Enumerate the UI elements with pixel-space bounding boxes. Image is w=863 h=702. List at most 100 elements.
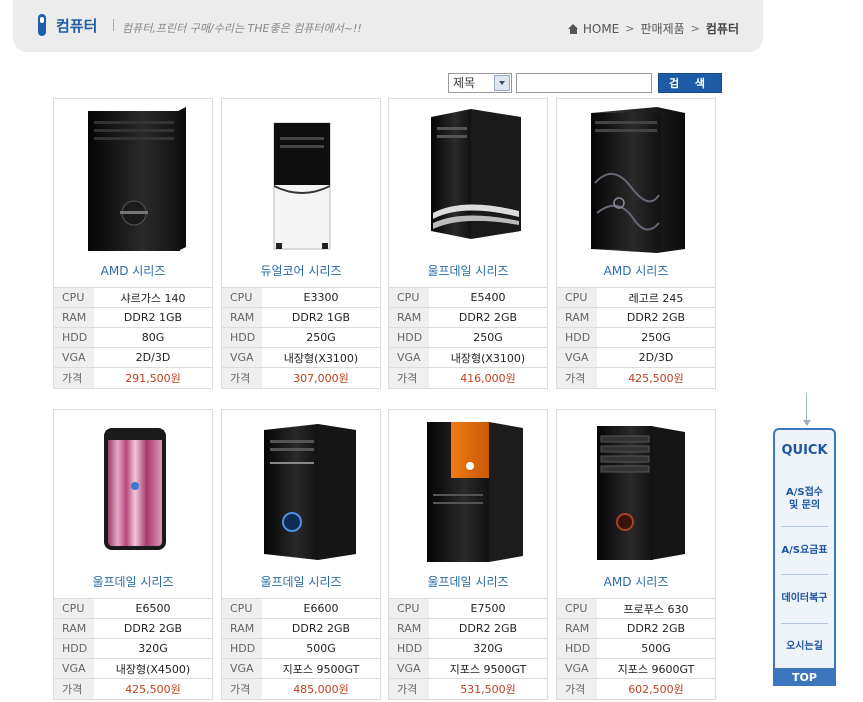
product-card[interactable]: 듀얼코어 시리즈 CPU E3300 RAM DDR2 1GB HDD 250G VG… (221, 98, 381, 389)
spec-ram: DDR2 1GB (262, 307, 380, 328)
product-image[interactable] (226, 103, 376, 253)
chevron-right-icon: > (690, 22, 700, 35)
spec-ram: DDR2 1GB (94, 307, 212, 328)
quick-menu-divider (781, 574, 828, 575)
spec-table: CPU E5400 RAM DDR2 2GB HDD 250G VGA 내장형(X310… (389, 287, 547, 388)
chevron-right-icon: > (625, 22, 635, 35)
search-button[interactable]: 검 색 (658, 73, 722, 93)
spec-label-vga: VGA (389, 658, 429, 679)
spec-label-vga: VGA (557, 347, 597, 368)
spec-label-hdd: HDD (389, 327, 429, 348)
spec-hdd: 500G (597, 638, 715, 659)
breadcrumb-current: 컴퓨터 (705, 22, 739, 36)
product-name[interactable]: 울프데일 시리즈 (222, 573, 380, 590)
product-name[interactable]: 울프데일 시리즈 (389, 262, 547, 279)
product-card[interactable]: 울프데일 시리즈 CPU E6600 RAM DDR2 2GB HDD 500G VG… (221, 409, 381, 700)
spec-table: CPU 프로푸스 630 RAM DDR2 2GB HDD 500G VGA 지포스 9… (557, 598, 715, 699)
product-name[interactable]: AMD 시리즈 (54, 262, 212, 279)
spec-label-cpu: CPU (54, 287, 94, 308)
product-image[interactable] (561, 103, 711, 253)
quick-menu-divider (781, 526, 828, 527)
spec-label-vga: VGA (222, 347, 262, 368)
spec-vga: 지포스 9600GT (597, 658, 715, 679)
spec-label-hdd: HDD (54, 327, 94, 348)
spec-price: 416,000원 (429, 367, 547, 388)
spec-hdd: 500G (262, 638, 380, 659)
spec-label-vga: VGA (222, 658, 262, 679)
spec-price: 425,500원 (94, 678, 212, 699)
search-input[interactable] (516, 73, 652, 93)
product-name[interactable]: 울프데일 시리즈 (389, 573, 547, 590)
quick-link-directions[interactable]: 오시는길 (779, 640, 830, 653)
spec-cpu: E3300 (262, 287, 380, 308)
quick-link-as-fees[interactable]: A/S요금표 (779, 544, 830, 557)
spec-cpu: 프로푸스 630 (597, 598, 715, 619)
chevron-down-icon[interactable] (494, 75, 510, 91)
product-card[interactable]: 울프데일 시리즈 CPU E6500 RAM DDR2 2GB HDD 320G VG… (53, 409, 213, 700)
spec-label-ram: RAM (557, 618, 597, 639)
spec-label-ram: RAM (389, 307, 429, 328)
title-divider (113, 19, 114, 31)
product-image[interactable] (58, 103, 208, 253)
quick-link-data-recovery[interactable]: 데이터복구 (779, 592, 830, 605)
arrow-down-icon (803, 420, 811, 426)
spec-ram: DDR2 2GB (597, 307, 715, 328)
product-card[interactable]: AMD 시리즈 CPU 프로푸스 630 RAM DDR2 2GB HDD 500G … (556, 409, 716, 700)
spec-cpu: E6600 (262, 598, 380, 619)
product-image[interactable] (561, 414, 711, 564)
spec-label-ram: RAM (222, 307, 262, 328)
spec-label-ram: RAM (389, 618, 429, 639)
product-card[interactable]: 울프데일 시리즈 CPU E7500 RAM DDR2 2GB HDD 320G VG… (388, 409, 548, 700)
home-icon[interactable] (567, 23, 579, 34)
search-bar: 제목 검 색 (448, 73, 722, 93)
spec-label-ram: RAM (54, 618, 94, 639)
product-name[interactable]: 듀얼코어 시리즈 (222, 262, 380, 279)
spec-table: CPU 샤르가스 140 RAM DDR2 1GB HDD 80G VGA 2D/3D … (54, 287, 212, 388)
product-image[interactable] (226, 414, 376, 564)
spec-table: CPU E3300 RAM DDR2 1GB HDD 250G VGA 내장형(X310… (222, 287, 380, 388)
product-name[interactable]: AMD 시리즈 (557, 262, 715, 279)
spec-ram: DDR2 2GB (429, 307, 547, 328)
spec-price: 291,500원 (94, 367, 212, 388)
spec-label-price: 가격 (389, 678, 429, 699)
breadcrumb-products[interactable]: 판매제품 (640, 20, 684, 37)
product-image[interactable] (393, 414, 543, 564)
search-field-value: 제목 (453, 76, 476, 90)
product-card[interactable]: 울프데일 시리즈 CPU E5400 RAM DDR2 2GB HDD 250G VG… (388, 98, 548, 389)
product-card[interactable]: AMD 시리즈 CPU 레고르 245 RAM DDR2 2GB HDD 250G V… (556, 98, 716, 389)
spec-table: CPU E7500 RAM DDR2 2GB HDD 320G VGA 지포스 9500… (389, 598, 547, 699)
spec-label-hdd: HDD (222, 638, 262, 659)
spec-label-cpu: CPU (557, 598, 597, 619)
spec-cpu: 레고르 245 (597, 287, 715, 308)
spec-cpu: E6500 (94, 598, 212, 619)
product-card[interactable]: AMD 시리즈 CPU 샤르가스 140 RAM DDR2 1GB HDD 80G V… (53, 98, 213, 389)
spec-hdd: 250G (429, 327, 547, 348)
scroll-top-button[interactable]: TOP (773, 670, 836, 686)
page-title: 컴퓨터 (56, 17, 98, 35)
product-name[interactable]: 울프데일 시리즈 (54, 573, 212, 590)
spec-table: CPU 레고르 245 RAM DDR2 2GB HDD 250G VGA 2D/3D … (557, 287, 715, 388)
product-name[interactable]: AMD 시리즈 (557, 573, 715, 590)
spec-price: 485,000원 (262, 678, 380, 699)
breadcrumb-home[interactable]: HOME (583, 22, 619, 36)
spec-label-hdd: HDD (557, 638, 597, 659)
page-header: 컴퓨터 컴퓨터,프린터 구매/수리는 THE좋은 컴퓨터에서~!! HOME >… (13, 0, 763, 52)
spec-label-price: 가격 (389, 367, 429, 388)
spec-cpu: E7500 (429, 598, 547, 619)
spec-vga: 지포스 9500GT (262, 658, 380, 679)
spec-vga: 내장형(X3100) (429, 347, 547, 368)
quick-menu-panel: QUICK A/S접수 및 문의 A/S요금표 데이터복구 오시는길 (773, 428, 836, 670)
spec-ram: DDR2 2GB (94, 618, 212, 639)
spec-hdd: 250G (597, 327, 715, 348)
spec-label-price: 가격 (54, 367, 94, 388)
spec-label-price: 가격 (222, 367, 262, 388)
quick-link-as-request[interactable]: A/S접수 및 문의 (779, 486, 830, 512)
spec-hdd: 320G (429, 638, 547, 659)
product-image[interactable] (58, 414, 208, 564)
search-field-select[interactable]: 제목 (448, 73, 512, 93)
spec-hdd: 250G (262, 327, 380, 348)
spec-ram: DDR2 2GB (262, 618, 380, 639)
spec-label-vga: VGA (557, 658, 597, 679)
product-image[interactable] (393, 103, 543, 253)
spec-label-price: 가격 (557, 367, 597, 388)
